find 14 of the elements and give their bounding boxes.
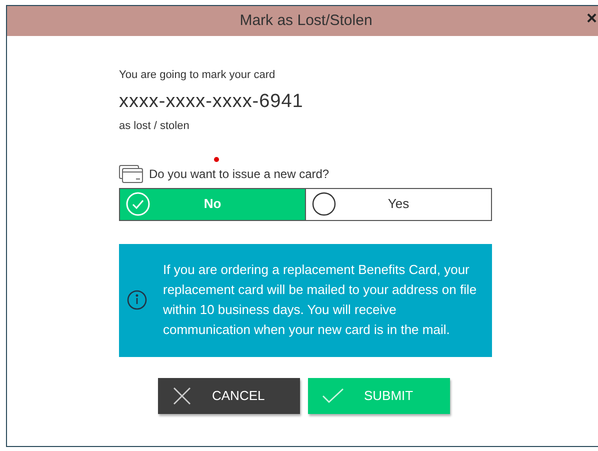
cards-icon <box>119 164 143 182</box>
outro-text: as lost / stolen <box>119 119 190 134</box>
info-text: If you are ordering a replacement Benefits Card, your replacement card will be mailed to your address on file within 10 business days. You will receive communication when your new card is in the mail. <box>163 261 478 339</box>
checkmark-icon <box>322 388 344 404</box>
question-text: Do you want to issue a new card? <box>149 166 330 182</box>
check-circle-icon <box>126 192 150 216</box>
intro-text: You are going to mark your card <box>119 68 276 83</box>
close-icon <box>172 386 192 406</box>
cancel-button[interactable]: CANCEL <box>158 378 300 414</box>
card-number: xxxx-xxxx-xxxx-6941 <box>119 90 304 114</box>
dialog-title: Mark as Lost/Stolen <box>240 10 372 31</box>
info-icon <box>127 290 147 310</box>
close-button[interactable]: × <box>586 9 597 27</box>
empty-circle-icon <box>312 192 336 216</box>
